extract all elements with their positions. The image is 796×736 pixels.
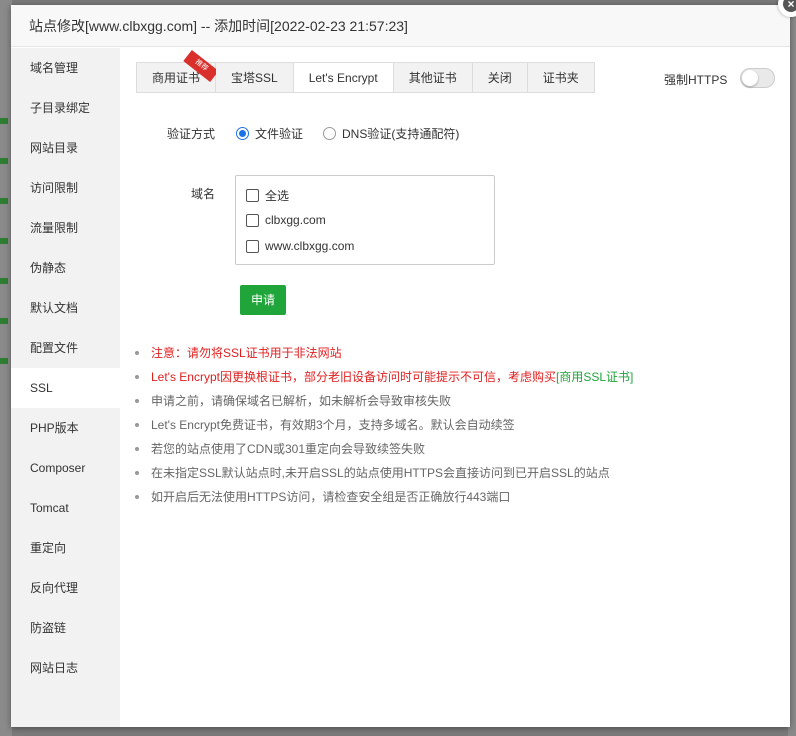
sidebar-item-redirect[interactable]: 重定向 [11, 528, 120, 568]
sidebar-item-php[interactable]: PHP版本 [11, 408, 120, 448]
sidebar-item-domain[interactable]: 域名管理 [11, 48, 120, 88]
domain-list: 全选 clbxgg.com www.clbxgg.com [235, 175, 495, 265]
sidebar-item-access-limit[interactable]: 访问限制 [11, 168, 120, 208]
list-item: 如开启后无法使用HTTPS访问，请检查安全组是否正确放行443端口 [135, 488, 633, 512]
radio-dns-verify-label[interactable]: DNS验证(支持通配符) [342, 125, 459, 142]
list-item: Let's Encrypt免费证书，有效期3个月，支持多域名。默认会自动续签 [135, 416, 633, 440]
sidebar-item-config[interactable]: 配置文件 [11, 328, 120, 368]
sidebar-item-composer[interactable]: Composer [11, 448, 120, 488]
sidebar-item-site-dir[interactable]: 网站目录 [11, 128, 120, 168]
checkbox-label[interactable]: 全选 [265, 187, 289, 204]
checkbox-domain[interactable] [246, 213, 259, 227]
site-edit-dialog: 站点修改[www.clbxgg.com] -- 添加时间[2022-02-23 … [11, 0, 796, 727]
note-text: Let's Encrypt因更换根证书，部分老旧设备访问时可能提示不可信，考虑购… [151, 370, 556, 384]
close-icon: × [787, 0, 795, 11]
sidebar-item-ssl[interactable]: SSL [11, 368, 120, 408]
tab-cert-folder[interactable]: 证书夹 [527, 62, 595, 93]
radio-file-verify[interactable] [236, 127, 249, 140]
dialog-title: 站点修改[www.clbxgg.com] -- 添加时间[2022-02-23 … [11, 5, 790, 47]
verify-method-label: 验证方式 [166, 127, 215, 141]
notes-list: 注意：请勿将SSL证书用于非法网站 Let's Encrypt因更换根证书，部分… [135, 344, 633, 512]
list-item: 申请之前，请确保域名已解析，如未解析会导致审核失败 [135, 392, 633, 416]
checkbox-label[interactable]: clbxgg.com [265, 213, 326, 227]
ssl-tabs: 商用证书 推荐 宝塔SSL Let's Encrypt 其他证书 关闭 证书夹 [136, 50, 595, 93]
sidebar-item-tomcat[interactable]: Tomcat [11, 488, 120, 528]
sidebar-item-subdir[interactable]: 子目录绑定 [11, 88, 120, 128]
sidebar-item-rewrite[interactable]: 伪静态 [11, 248, 120, 288]
radio-file-verify-label[interactable]: 文件验证 [255, 125, 303, 142]
verify-method-group: 文件验证 DNS验证(支持通配符) [236, 125, 479, 142]
domain-label: 域名 [190, 187, 215, 201]
sidebar-item-logs[interactable]: 网站日志 [11, 648, 120, 688]
tab-commercial-cert[interactable]: 商用证书 推荐 [136, 50, 219, 93]
checkbox-select-all[interactable] [246, 189, 259, 202]
checkbox-domain[interactable] [246, 239, 259, 253]
tab-bt-ssl[interactable]: 宝塔SSL [216, 62, 294, 93]
tab-lets-encrypt[interactable]: Let's Encrypt [293, 62, 394, 93]
sidebar-item-reverse-proxy[interactable]: 反向代理 [11, 568, 120, 608]
ssl-panel: 商用证书 推荐 宝塔SSL Let's Encrypt 其他证书 关闭 证书夹 … [120, 48, 790, 727]
list-item: 若您的站点使用了CDN或301重定向会导致续签失败 [135, 440, 633, 464]
tab-label: 商用证书 [152, 71, 201, 85]
sidebar-item-traffic-limit[interactable]: 流量限制 [11, 208, 120, 248]
tab-divider [136, 92, 594, 93]
tab-close[interactable]: 关闭 [472, 62, 528, 93]
list-item: Let's Encrypt因更换根证书，部分老旧设备访问时可能提示不可信，考虑购… [135, 368, 633, 392]
buy-commercial-ssl-link[interactable]: [商用SSL证书] [556, 370, 633, 384]
checkbox-label[interactable]: www.clbxgg.com [265, 239, 354, 253]
list-item[interactable]: 全选 [246, 187, 289, 204]
list-item[interactable]: clbxgg.com [246, 213, 326, 227]
list-item[interactable]: www.clbxgg.com [246, 239, 354, 253]
force-https-label: 强制HTTPS [664, 73, 728, 87]
tab-other-cert[interactable]: 其他证书 [393, 62, 473, 93]
sidebar-item-default-doc[interactable]: 默认文档 [11, 288, 120, 328]
sidebar: 域名管理 子目录绑定 网站目录 访问限制 流量限制 伪静态 默认文档 配置文件 … [11, 48, 120, 727]
close-button[interactable]: × [778, 0, 796, 17]
list-item: 注意：请勿将SSL证书用于非法网站 [135, 344, 633, 368]
list-item: 在未指定SSL默认站点时,未开启SSL的站点使用HTTPS会直接访问到已开启SS… [135, 464, 633, 488]
sidebar-item-hotlink[interactable]: 防盗链 [11, 608, 120, 648]
radio-dns-verify[interactable] [323, 127, 337, 140]
apply-button[interactable]: 申请 [240, 285, 286, 315]
force-https-toggle[interactable] [740, 68, 775, 88]
